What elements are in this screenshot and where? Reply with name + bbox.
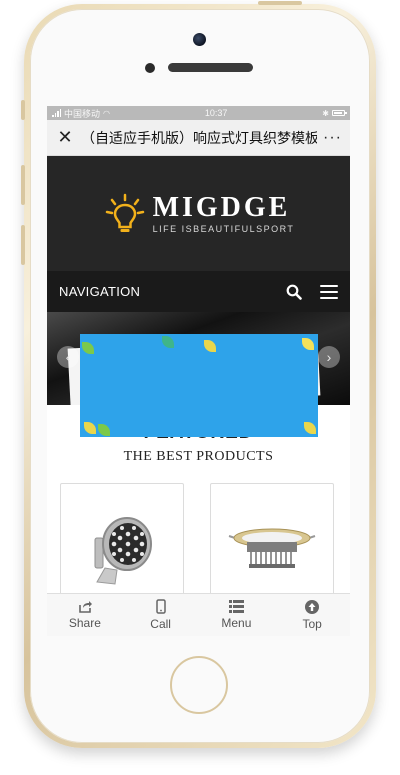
banner-prev-button[interactable]: ‹ xyxy=(57,346,79,368)
share-button[interactable]: Share xyxy=(47,594,123,636)
top-label: Top xyxy=(302,616,322,631)
lightbulb-icon xyxy=(105,193,144,232)
phone-screen: 中国移动 ◠ 10:37 ✱ ✕ （自适应手机版）响应式灯具织梦模板... ··… xyxy=(47,106,350,636)
sensor-icon xyxy=(145,63,155,73)
brand-name: MIGDGE xyxy=(152,191,291,223)
site-header: MIGDGE LIFE ISBEAUTIFULSPORT xyxy=(47,156,350,271)
leaf-icon xyxy=(84,422,96,434)
phone-icon xyxy=(155,599,166,614)
top-button[interactable]: Top xyxy=(274,594,350,636)
call-button[interactable]: Call xyxy=(123,594,199,636)
navigation-label[interactable]: NAVIGATION xyxy=(59,284,286,299)
leaf-icon xyxy=(162,336,174,348)
leaf-icon xyxy=(98,424,110,436)
battery-icon xyxy=(331,110,347,116)
leaf-icon xyxy=(302,338,314,350)
leaf-icon xyxy=(204,340,216,352)
popup-overlay[interactable] xyxy=(80,334,318,437)
share-icon xyxy=(79,601,92,613)
status-bar: 中国移动 ◠ 10:37 ✱ xyxy=(47,106,350,120)
search-icon[interactable] xyxy=(286,284,302,300)
floodlight-icon xyxy=(94,517,152,585)
share-label: Share xyxy=(68,616,101,630)
signal-icon xyxy=(52,109,61,117)
wifi-icon: ◠ xyxy=(103,108,110,118)
home-button xyxy=(170,656,228,714)
site-navigation-bar: NAVIGATION xyxy=(47,271,350,312)
menu-label: Menu xyxy=(221,616,252,630)
front-camera-icon xyxy=(193,33,206,46)
logo-text: MIGDGE LIFE ISBEAUTIFULSPORT xyxy=(152,191,295,234)
featured-section: FEATURED THE BEST PRODUCTS xyxy=(47,405,350,625)
bottom-toolbar: Share Call Menu Top xyxy=(47,593,350,636)
status-time: 10:37 xyxy=(204,108,228,118)
bluetooth-icon: ✱ xyxy=(322,108,329,118)
carrier-name: 中国移动 xyxy=(64,108,101,119)
page-title: （自适应手机版）响应式灯具织梦模板... xyxy=(81,129,318,146)
site-logo[interactable]: MIGDGE LIFE ISBEAUTIFULSPORT xyxy=(103,192,295,236)
brand-tagline: LIFE ISBEAUTIFULSPORT xyxy=(152,223,295,234)
leaf-icon xyxy=(82,342,94,354)
phone-mockup: 中国移动 ◠ 10:37 ✱ ✕ （自适应手机版）响应式灯具织梦模板... ··… xyxy=(0,0,400,775)
leaf-icon xyxy=(304,422,316,434)
call-label: Call xyxy=(150,617,171,631)
menu-button[interactable]: Menu xyxy=(199,594,275,636)
mute-switch xyxy=(21,100,25,120)
downlight-icon xyxy=(228,528,316,568)
close-icon[interactable]: ✕ xyxy=(55,127,75,148)
status-left: 中国移动 ◠ xyxy=(52,107,110,120)
featured-subtitle: THE BEST PRODUCTS xyxy=(123,449,274,464)
menu-list-icon xyxy=(228,600,244,613)
power-button xyxy=(258,1,302,5)
hamburger-menu-icon[interactable] xyxy=(320,284,338,299)
volume-up-button xyxy=(21,165,25,205)
arrow-up-icon xyxy=(305,599,320,614)
browser-title-bar: ✕ （自适应手机版）响应式灯具织梦模板... ··· xyxy=(47,120,350,156)
more-options-icon[interactable]: ··· xyxy=(317,129,342,147)
status-right: ✱ xyxy=(322,108,347,118)
volume-down-button xyxy=(21,225,25,265)
earpiece-speaker xyxy=(168,63,253,72)
banner-next-button[interactable]: › xyxy=(318,346,340,368)
